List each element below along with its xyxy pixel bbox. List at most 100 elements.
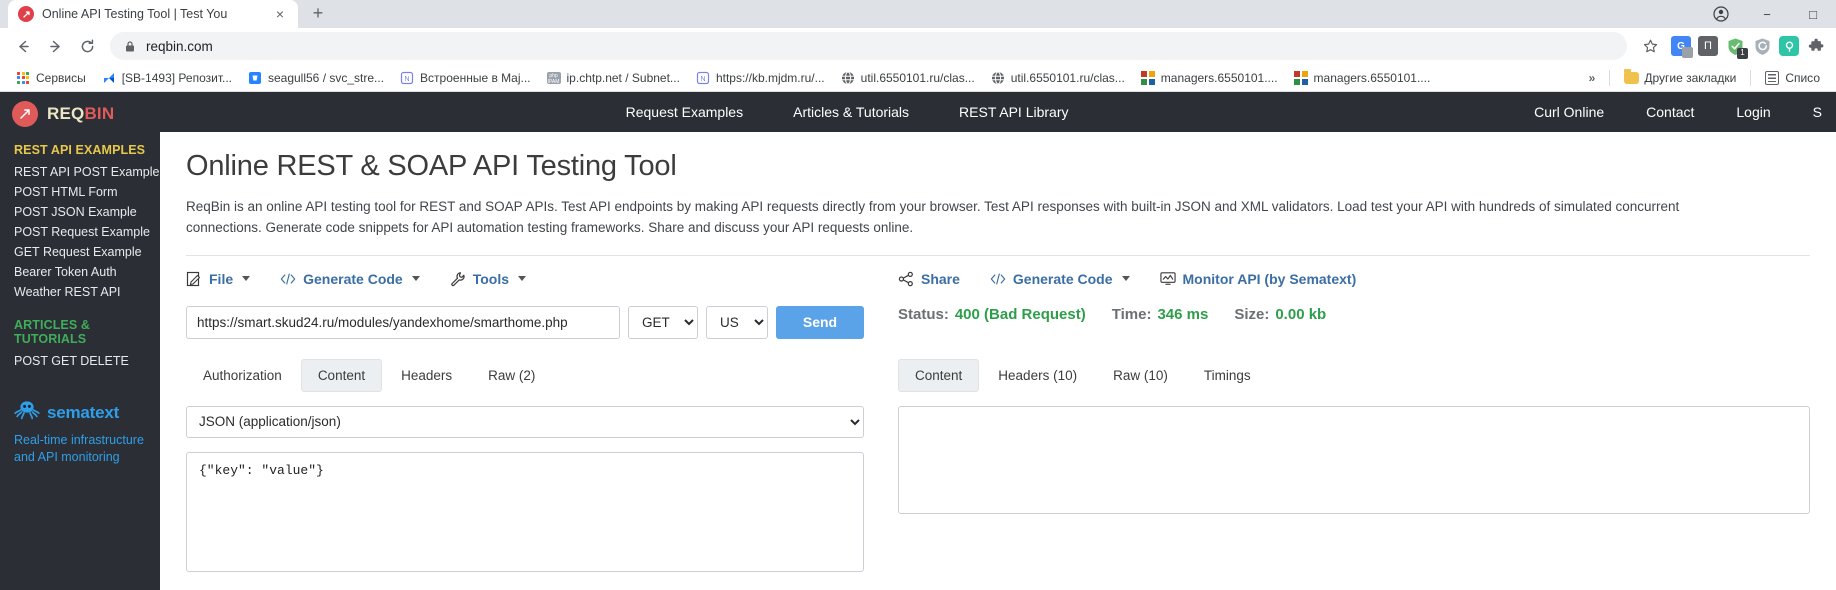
sidebar-item-get-request-example[interactable]: GET Request Example	[14, 242, 160, 262]
folder-icon	[1623, 68, 1639, 85]
content-type-select[interactable]: JSON (application/json)	[186, 405, 864, 438]
sidebar-heading-rest-api-examples[interactable]: REST API EXAMPLES	[14, 143, 160, 157]
nav-signup-truncated[interactable]: S	[1813, 104, 1822, 120]
tab-authorization[interactable]: Authorization	[186, 359, 299, 392]
nav-login[interactable]: Login	[1736, 104, 1770, 120]
minimize-window-button[interactable]: −	[1744, 0, 1790, 28]
bookmark-services[interactable]: Сервисы	[8, 68, 94, 88]
file-edit-icon	[186, 271, 202, 287]
lastpass-extension-icon[interactable]	[1779, 36, 1799, 56]
adguard-extension-icon[interactable]: 1	[1725, 36, 1748, 59]
reading-list-icon	[1765, 70, 1780, 85]
nav-articles-tutorials[interactable]: Articles & Tutorials	[793, 104, 909, 120]
response-body-box[interactable]	[898, 405, 1810, 514]
sidebar-item-post-get-delete[interactable]: POST GET DELETE	[14, 351, 160, 371]
sidebar-item-post-request-example[interactable]: POST Request Example	[14, 222, 160, 242]
tab-headers[interactable]: Headers	[384, 359, 469, 392]
tab-content[interactable]: Content	[300, 358, 383, 392]
address-bar-url: reqbin.com	[146, 38, 213, 54]
http-method-select[interactable]: GET	[628, 305, 698, 339]
address-bar[interactable]: reqbin.com	[110, 32, 1627, 60]
nav-contact[interactable]: Contact	[1646, 104, 1694, 120]
back-button[interactable]	[8, 31, 38, 61]
chevron-down-icon	[242, 276, 251, 282]
request-url-input[interactable]	[186, 305, 620, 339]
nav-request-examples[interactable]: Request Examples	[626, 104, 744, 120]
bookmark-label: ip.chtp.net / Subnet...	[566, 70, 680, 85]
bookmark-phpipam[interactable]: php IPAM ip.chtp.net / Subnet...	[539, 68, 688, 88]
tab-raw[interactable]: Raw (2)	[471, 359, 552, 392]
reading-list-button[interactable]: Списо	[1757, 68, 1828, 88]
other-bookmarks-folder[interactable]: Другие закладки	[1616, 68, 1744, 88]
time-label: Time:	[1111, 305, 1152, 323]
site-logo[interactable]: REQBIN	[0, 92, 160, 136]
sidebar: REST API EXAMPLES REST API POST Example …	[0, 132, 160, 590]
bookmark-managers-1[interactable]: managers.6550101....	[1133, 68, 1286, 88]
request-toolbar: File Generate Code Tools	[186, 256, 864, 302]
sidebar-item-post-json-example[interactable]: POST JSON Example	[14, 202, 160, 222]
sidebar-item-weather-rest-api[interactable]: Weather REST API	[14, 282, 160, 302]
time-value: 346 ms	[1157, 305, 1209, 323]
close-tab-icon[interactable]: ×	[272, 6, 288, 22]
browser-toolbar: reqbin.com G П 1	[0, 28, 1836, 64]
send-button[interactable]: Send	[776, 305, 864, 339]
response-tab-timings[interactable]: Timings	[1187, 359, 1268, 392]
status-field: Status: 400 (Bad Request)	[898, 306, 1086, 323]
file-menu-button[interactable]: File	[186, 271, 251, 287]
response-tab-content[interactable]: Content	[898, 358, 980, 392]
bookmark-bitbucket[interactable]: seagull56 / svc_stre...	[240, 68, 392, 88]
pocket-extension-icon[interactable]: П	[1698, 36, 1718, 56]
generate-code-menu-button[interactable]: Generate Code	[280, 271, 420, 287]
reqbin-favicon-icon	[18, 6, 34, 22]
forward-button[interactable]	[40, 31, 70, 61]
bookmark-managers-2[interactable]: managers.6550101....	[1286, 68, 1439, 88]
sidebar-item-rest-api-post-example[interactable]: REST API POST Example	[14, 162, 160, 182]
bookmark-label: managers.6550101....	[1160, 70, 1278, 85]
ghostery-extension-icon[interactable]	[1752, 36, 1772, 56]
bookmark-label: util.6550101.ru/clas...	[860, 70, 975, 85]
share-button[interactable]: Share	[898, 271, 960, 287]
tools-menu-label: Tools	[472, 270, 510, 287]
response-tab-headers[interactable]: Headers (10)	[981, 359, 1094, 392]
page-title: Online REST & SOAP API Testing Tool	[186, 150, 677, 182]
bookmark-jira[interactable]: [SB-1493] Репозит...	[94, 68, 240, 88]
sidebar-sponsor-sematext[interactable]: sematext Real-time infrastructure and AP…	[0, 371, 160, 466]
sidebar-heading-articles-tutorials[interactable]: ARTICLES & TUTORIALS	[14, 318, 160, 346]
bitbucket-icon	[248, 71, 262, 85]
nav-curl-online[interactable]: Curl Online	[1534, 104, 1604, 120]
tools-menu-button[interactable]: Tools	[450, 270, 527, 287]
new-tab-button[interactable]: +	[304, 0, 332, 27]
extensions-puzzle-icon[interactable]	[1806, 36, 1826, 56]
bookmarks-overflow-button[interactable]: »	[1581, 68, 1604, 88]
nav-rest-api-library[interactable]: REST API Library	[959, 104, 1068, 120]
browser-tab[interactable]: Online API Testing Tool | Test You ×	[8, 0, 298, 28]
sidebar-group-rest-api-examples: REST API EXAMPLES REST API POST Example …	[0, 132, 160, 302]
google-translate-extension-icon[interactable]: G	[1671, 36, 1693, 58]
onenote-icon: N	[696, 71, 710, 85]
request-body-textarea[interactable]: {"key": "value"}	[186, 451, 864, 572]
chevron-down-icon	[411, 276, 420, 282]
bookmark-onenote-maj[interactable]: N Встроенные в Maj...	[392, 68, 538, 88]
response-generate-code-button[interactable]: Generate Code	[990, 271, 1130, 287]
response-tab-raw[interactable]: Raw (10)	[1096, 359, 1185, 392]
sidebar-item-post-html-form[interactable]: POST HTML Form	[14, 182, 160, 202]
bookmark-util-2[interactable]: util.6550101.ru/clas...	[983, 68, 1133, 88]
page-intro: ReqBin is an online API testing tool for…	[186, 199, 1680, 235]
monitor-api-button[interactable]: Monitor API (by Sematext)	[1159, 271, 1356, 287]
page-body: REST API EXAMPLES REST API POST Example …	[0, 132, 1836, 590]
bookmark-star-icon[interactable]	[1635, 31, 1665, 61]
profile-avatar[interactable]	[1698, 0, 1744, 28]
share-nodes-icon	[898, 271, 914, 287]
reload-button[interactable]	[72, 31, 102, 61]
bookmark-label: [SB-1493] Репозит...	[121, 70, 232, 85]
sematext-logo: sematext	[14, 399, 160, 426]
bookmark-kb-mjdm[interactable]: N https://kb.mjdm.ru/...	[688, 68, 833, 88]
response-tabs: Content Headers (10) Raw (10) Timings	[898, 358, 1810, 392]
globe-icon	[991, 71, 1005, 85]
browser-window: Online API Testing Tool | Test You × + −…	[0, 0, 1836, 92]
region-select[interactable]: US	[706, 305, 768, 339]
bookmark-util-1[interactable]: util.6550101.ru/clas...	[833, 68, 983, 88]
maximize-window-button[interactable]: □	[1790, 0, 1836, 28]
sidebar-item-bearer-token-auth[interactable]: Bearer Token Auth	[14, 262, 160, 282]
size-value: 0.00 kb	[1275, 305, 1327, 323]
